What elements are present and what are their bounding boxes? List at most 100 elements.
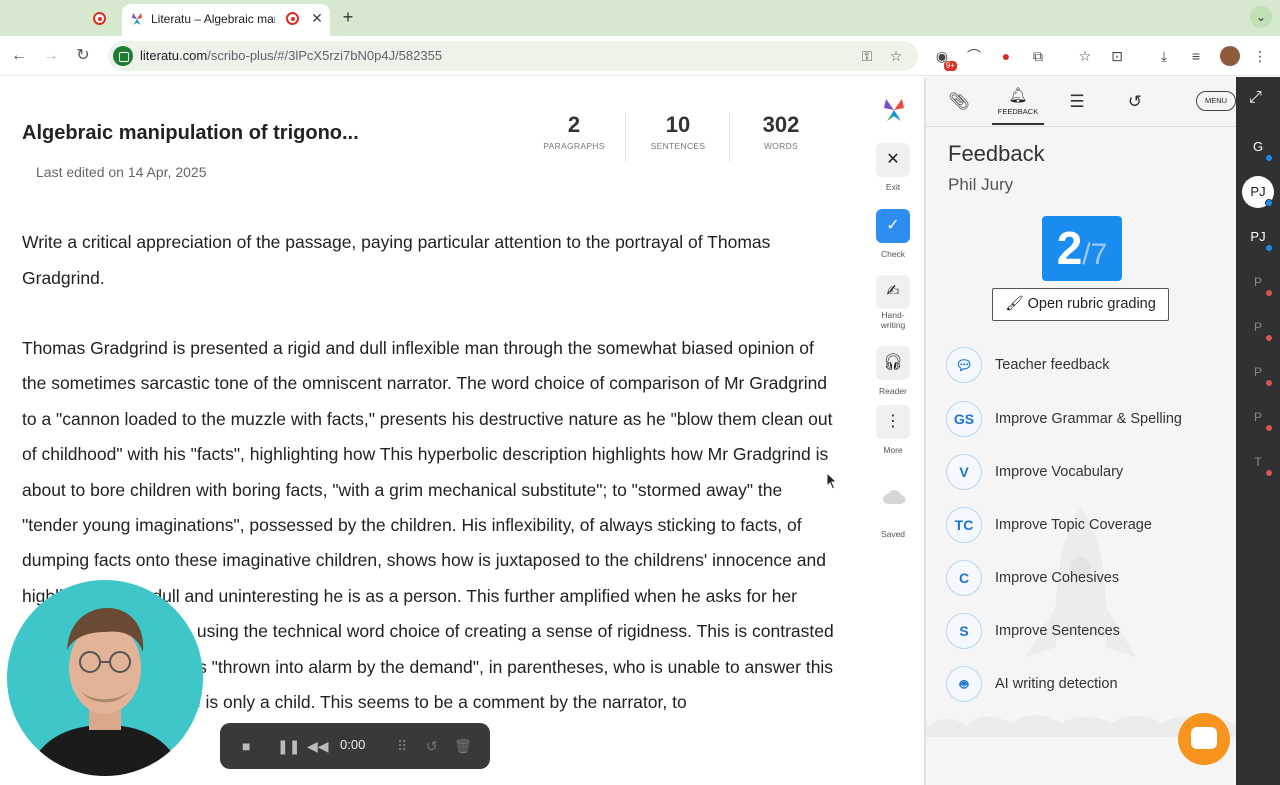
recording-time: 0:00 — [340, 737, 366, 752]
more-button[interactable]: ⋮ — [876, 405, 910, 439]
rewind-icon[interactable]: ◀◀ — [307, 737, 329, 755]
robot-icon: 🤖︎ — [946, 666, 982, 702]
feedback-panel: 📎︎ 🔔︎ FEEDBACK ☰ ↺ MENU Feedback Phil Ju… — [924, 77, 1238, 785]
address-bar[interactable]: literatu.com/scribo-plus/#/3lPcX5rzi7bN0… — [108, 41, 918, 71]
collaborator-avatar[interactable]: P — [1242, 311, 1274, 343]
chrome-menu-icon[interactable]: ⋮ — [1250, 46, 1270, 66]
feedback-item-topic[interactable]: TC Improve Topic Coverage — [946, 507, 1236, 545]
collaborator-avatar[interactable]: T — [1242, 446, 1274, 478]
recording-icon — [93, 12, 106, 25]
check-label: Check — [880, 249, 906, 259]
feedback-item-grammar[interactable]: GS Improve Grammar & Spelling — [946, 401, 1236, 439]
history-icon[interactable]: ↺ — [1122, 89, 1148, 115]
media-icon[interactable]: ≡ — [1186, 46, 1206, 66]
panel-tabs: 📎︎ 🔔︎ FEEDBACK ☰ ↺ MENU — [926, 77, 1238, 127]
attachment-icon[interactable]: 📎︎ — [946, 89, 972, 115]
stop-icon[interactable]: ■ — [242, 737, 250, 755]
headphones-icon: 🎧︎ — [882, 354, 904, 371]
collaborator-rail: ⤢ G PJ PJ P P P P T — [1236, 77, 1280, 785]
score-badge: 2/7 — [1042, 216, 1122, 281]
extension-icon-2[interactable]: ⌒ — [964, 46, 984, 66]
teacher-name: Phil Jury — [948, 175, 1014, 194]
tab-inactive[interactable] — [0, 5, 120, 31]
restart-icon[interactable]: ↺ — [426, 737, 438, 755]
presenter-video — [27, 608, 183, 776]
brush-icon: 🖌︎ — [1005, 296, 1024, 312]
collaborator-avatar[interactable]: PJ — [1242, 221, 1274, 253]
new-tab-icon[interactable]: + — [338, 7, 358, 27]
feedback-item-badge: V — [946, 454, 982, 490]
collaborator-avatar[interactable]: P — [1242, 266, 1274, 298]
rubric-button-label: Open rubric grading — [1027, 296, 1156, 312]
tab-feedback[interactable]: 🔔︎ FEEDBACK — [992, 87, 1044, 125]
back-icon[interactable]: ← — [9, 46, 29, 66]
literatu-logo-icon — [884, 99, 904, 121]
collaborator-avatar[interactable]: PJ — [1242, 176, 1274, 208]
feedback-item-vocabulary[interactable]: V Improve Vocabulary — [946, 454, 1236, 492]
panel-title: Feedback — [948, 141, 1045, 166]
feedback-item-label: Improve Grammar & Spelling — [995, 411, 1182, 427]
extensions-puzzle-icon[interactable]: ⧉ — [1028, 46, 1048, 66]
tab-feedback-label: FEEDBACK — [997, 107, 1039, 116]
feedback-item-sentences[interactable]: S Improve Sentences — [946, 613, 1236, 651]
screenshot-icon[interactable]: ⊡ — [1107, 46, 1127, 66]
url-text: literatu.com/scribo-plus/#/3lPcX5rzi7bN0… — [140, 48, 443, 63]
bookmarks-icon[interactable]: ☆ — [1075, 46, 1095, 66]
feedback-item-ai-detection[interactable]: 🤖︎ AI writing detection — [946, 666, 1236, 704]
close-icon: ✕ — [886, 151, 900, 168]
feedback-item-label: AI writing detection — [995, 676, 1118, 692]
feedback-item-label: Improve Sentences — [995, 623, 1120, 639]
delete-icon[interactable]: 🗑︎ — [454, 737, 472, 755]
more-label: More — [883, 445, 903, 455]
check-button[interactable]: ✓ — [876, 209, 910, 243]
menu-button[interactable]: MENU — [1196, 91, 1236, 111]
chat-support-icon[interactable] — [1178, 713, 1230, 765]
password-key-icon[interactable]: ⚿ — [858, 47, 876, 65]
feedback-item-label: Improve Vocabulary — [995, 464, 1124, 480]
checkmark-icon: ✓ — [886, 217, 900, 234]
list-icon[interactable]: ☰ — [1064, 89, 1090, 115]
extension-icon-1[interactable]: ◉ 9+ — [932, 46, 957, 71]
stat-paragraphs: 2 PARAGRAPHS — [543, 112, 605, 151]
webcam-overlay[interactable] — [7, 580, 203, 776]
reload-icon[interactable]: ↻ — [73, 46, 93, 66]
profile-avatar[interactable] — [1220, 46, 1240, 66]
recording-controls: ■ ❚❚ ◀◀ 0:00 ⠿ ↺ 🗑︎ — [220, 723, 490, 769]
essay-prompt[interactable]: Write a critical appreciation of the pas… — [22, 225, 812, 296]
feedback-item-label: Improve Cohesives — [995, 570, 1120, 586]
feedback-item-cohesives[interactable]: C Improve Cohesives — [946, 560, 1236, 598]
collaborator-avatar[interactable]: P — [1242, 356, 1274, 388]
pause-icon[interactable]: ❚❚ — [277, 737, 300, 755]
collaborator-avatar[interactable]: G — [1242, 131, 1274, 163]
site-info-icon[interactable] — [113, 46, 133, 66]
tab-search-icon[interactable]: ⌄ — [1250, 6, 1272, 28]
recording-icon — [286, 12, 299, 25]
feedback-item-label: Improve Topic Coverage — [995, 517, 1152, 533]
open-rubric-button[interactable]: 🖌︎ Open rubric grading — [992, 288, 1169, 321]
download-icon[interactable]: ⤓ — [1154, 46, 1174, 66]
forward-icon[interactable]: → — [41, 46, 61, 66]
browser-toolbar: ← → ↻ literatu.com/scribo-plus/#/3lPcX5r… — [0, 36, 1280, 76]
bookmark-star-icon[interactable]: ☆ — [887, 47, 905, 65]
tab-active[interactable]: Literatu – Algebraic manip ✕ — [122, 4, 330, 36]
feedback-item-teacher[interactable]: 💬︎ Teacher feedback — [946, 347, 1236, 385]
collaborator-avatar[interactable]: P — [1242, 401, 1274, 433]
extension-icon-3[interactable]: ● — [996, 46, 1016, 66]
handwriting-icon: ✍ — [886, 283, 900, 300]
score-value: 2 — [1056, 222, 1083, 274]
handwriting-button[interactable]: ✍ — [876, 275, 910, 309]
feedback-item-badge: S — [946, 613, 982, 649]
bell-icon: 🔔︎ — [1008, 87, 1028, 104]
stat-words: 302 WORDS — [762, 112, 800, 151]
exit-button[interactable]: ✕ — [876, 143, 910, 177]
feedback-item-badge: TC — [946, 507, 982, 543]
tool-strip: ✕ Exit ✓ Check ✍ Hand- writing 🎧︎ Reader… — [866, 77, 922, 785]
last-edited: Last edited on 14 Apr, 2025 — [36, 164, 207, 180]
drag-handle-icon[interactable]: ⠿ — [397, 737, 407, 755]
stat-sentences: 10 SENTENCES — [650, 112, 706, 151]
close-tab-icon[interactable]: ✕ — [308, 9, 326, 27]
feedback-item-label: Teacher feedback — [995, 357, 1110, 373]
reader-button[interactable]: 🎧︎ — [876, 346, 910, 380]
tab-title: Literatu – Algebraic manip — [151, 12, 275, 26]
expand-icon[interactable]: ⤢ — [1249, 89, 1262, 107]
